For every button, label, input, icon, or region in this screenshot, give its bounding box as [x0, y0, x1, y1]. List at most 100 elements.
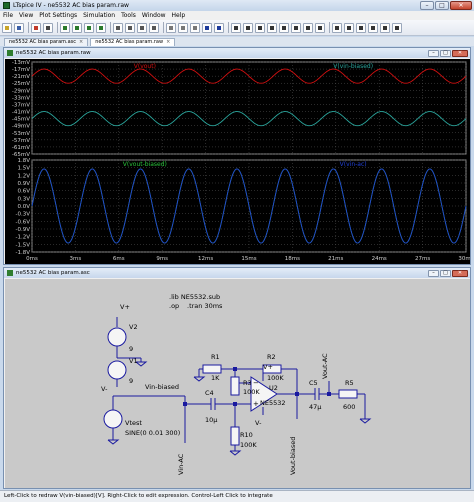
minimize-button[interactable]: –: [420, 1, 434, 10]
tab-waveform[interactable]: ne5532 AC bias param.raw ×: [90, 38, 176, 46]
directive-op[interactable]: .op: [169, 302, 179, 310]
cascade-icon[interactable]: [137, 22, 147, 33]
r3-value[interactable]: 100K: [243, 388, 260, 396]
trace-label[interactable]: V(vin-ac): [340, 161, 367, 168]
menu-view[interactable]: View: [19, 12, 33, 19]
title-bar[interactable]: LTspice IV - ne5532 AC bias param.raw – …: [0, 0, 474, 11]
label-net-icon[interactable]: [255, 22, 265, 33]
directive-lib[interactable]: .lib NE5532.sub: [169, 293, 220, 301]
c4-name[interactable]: C4: [205, 389, 214, 397]
r10-value[interactable]: 100K: [240, 441, 257, 449]
u2-name[interactable]: U2: [269, 384, 278, 392]
r1-name[interactable]: R1: [211, 353, 220, 361]
u2-value[interactable]: NE5532: [260, 399, 286, 407]
pane-bottom[interactable]: 1.8V 1.5V1.2V 0.9V 0.6V0.3V 0.0V -0.3V-0.6V -0…: [16, 158, 467, 256]
trace-v-vin-ac-[interactable]: [31, 168, 467, 244]
r2-value[interactable]: 100K: [267, 374, 284, 382]
menu-simulation[interactable]: Simulation: [83, 12, 115, 19]
resistor-icon[interactable]: [267, 22, 277, 33]
trace-label[interactable]: V(vin-biased): [333, 63, 373, 70]
net-label-vminus-u2[interactable]: V-: [255, 419, 262, 427]
menu-file[interactable]: File: [3, 12, 13, 19]
zoom-in-icon[interactable]: [60, 22, 70, 33]
net-label-vout-ac[interactable]: Vout-AC: [321, 353, 329, 379]
vtest-name[interactable]: Vtest: [125, 419, 142, 427]
maximize-button[interactable]: □: [440, 269, 451, 277]
move-icon[interactable]: [332, 22, 342, 33]
zoom-out-icon[interactable]: [84, 22, 94, 33]
diode-icon[interactable]: [303, 22, 313, 33]
net-label-vplus[interactable]: V+: [120, 303, 130, 311]
menu-tools[interactable]: Tools: [121, 12, 136, 19]
text-icon[interactable]: [202, 22, 212, 33]
v1-value[interactable]: 9: [129, 377, 133, 385]
close-all-icon[interactable]: [149, 22, 159, 33]
c5-name[interactable]: C5: [309, 379, 318, 387]
component-icon[interactable]: [315, 22, 325, 33]
trace-label[interactable]: V(vout-biased): [123, 161, 167, 168]
drag-icon[interactable]: [344, 22, 354, 33]
schematic-canvas[interactable]: − + .lib NE5532.sub .op .tran 30ms V+ V2…: [5, 279, 470, 488]
net-label-vin-ac[interactable]: Vin-AC: [177, 453, 185, 475]
waveform-window-titlebar[interactable]: ne5532 AC bias param.raw – □ ✕: [4, 48, 470, 58]
halt-icon[interactable]: [43, 22, 53, 33]
waveform-plot[interactable]: -13mV-17mV-21mV-25mV-29mV-33mV-37mV -41mV…: [5, 59, 474, 264]
x-tick-label: 6ms: [113, 256, 125, 262]
redo-icon[interactable]: [190, 22, 200, 33]
directive-tran[interactable]: .tran 30ms: [187, 302, 223, 310]
net-label-vin-biased[interactable]: Vin-biased: [145, 383, 179, 391]
plot-area[interactable]: -13mV -17mV -21mV -25mV -29mV -33mV -37mV -41mV…: [5, 59, 474, 264]
v2-name[interactable]: V2: [129, 323, 138, 331]
minimize-button[interactable]: –: [428, 49, 439, 57]
rotate-icon[interactable]: [380, 22, 390, 33]
net-label-vplus-u2[interactable]: V+: [263, 363, 273, 371]
maximize-button[interactable]: □: [440, 49, 451, 57]
close-icon[interactable]: ×: [166, 39, 170, 46]
tile-horizontal-icon[interactable]: [113, 22, 123, 33]
mirror-icon[interactable]: [392, 22, 402, 33]
zoom-fit-icon[interactable]: [96, 22, 106, 33]
close-button[interactable]: ✕: [452, 269, 468, 277]
capacitor-icon[interactable]: [279, 22, 289, 33]
vtest-value[interactable]: SINE(0 0.01 300): [125, 429, 180, 437]
wire-icon[interactable]: [231, 22, 241, 33]
save-icon[interactable]: [14, 22, 24, 33]
c5-value[interactable]: 47µ: [309, 403, 321, 411]
r5-value[interactable]: 600: [343, 403, 355, 411]
schematic-window-titlebar[interactable]: ne5532 AC bias param.asc – □ ✕: [4, 268, 470, 278]
pan-icon[interactable]: [72, 22, 82, 33]
delete-icon[interactable]: [356, 22, 366, 33]
close-icon[interactable]: ×: [79, 39, 83, 46]
r10-name[interactable]: R10: [240, 431, 253, 439]
net-label-vminus[interactable]: V-: [101, 385, 108, 393]
y-tick-label: 0.3V: [17, 196, 30, 202]
c4-value[interactable]: 10µ: [205, 416, 217, 424]
r2-name[interactable]: R2: [267, 353, 276, 361]
r3-name[interactable]: R3: [243, 379, 252, 387]
menu-plot-settings[interactable]: Plot Settings: [39, 12, 77, 19]
duplicate-icon[interactable]: [368, 22, 378, 33]
spice-directive-icon[interactable]: [214, 22, 224, 33]
undo-icon[interactable]: [178, 22, 188, 33]
run-icon[interactable]: [31, 22, 41, 33]
open-icon[interactable]: [2, 22, 12, 33]
tile-vertical-icon[interactable]: [125, 22, 135, 33]
trace-label[interactable]: V(vout): [134, 63, 156, 70]
pane-top[interactable]: -13mV-17mV-21mV-25mV-29mV-33mV-37mV -41mV…: [12, 60, 467, 158]
maximize-button[interactable]: □: [435, 1, 449, 10]
r1-value[interactable]: 1K: [211, 374, 220, 382]
tab-schematic[interactable]: ne5532 AC bias param.asc ×: [4, 38, 89, 46]
ground-icon[interactable]: [243, 22, 253, 33]
v1-name[interactable]: V1: [129, 357, 138, 365]
close-button[interactable]: ✕: [452, 49, 468, 57]
control-panel-icon[interactable]: [166, 22, 176, 33]
menu-help[interactable]: Help: [172, 12, 186, 19]
menu-window[interactable]: Window: [142, 12, 166, 19]
r5-name[interactable]: R5: [345, 379, 354, 387]
minimize-button[interactable]: –: [428, 269, 439, 277]
net-label-vout-biased[interactable]: Vout-biased: [289, 437, 297, 475]
schematic-drawing[interactable]: − + .lib NE5532.sub .op .tran 30ms V+ V2…: [5, 279, 470, 488]
inductor-icon[interactable]: [291, 22, 301, 33]
close-button[interactable]: ✕: [450, 1, 472, 10]
v2-value[interactable]: 9: [129, 345, 133, 353]
